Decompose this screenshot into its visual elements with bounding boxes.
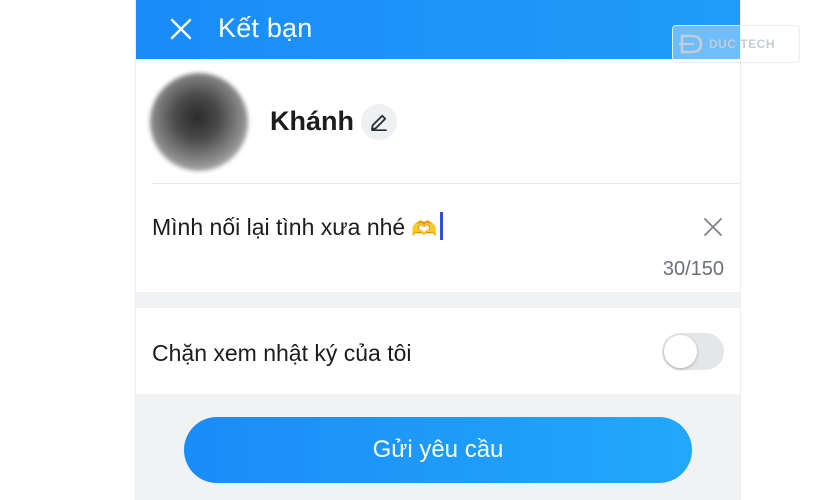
clear-message-button[interactable] (698, 212, 728, 242)
add-friend-screen: Kết bạn Khánh Mình nối lại tình xưa nhé 🫶… (136, 0, 740, 500)
block-diary-label: Chặn xem nhật ký của tôi (152, 340, 412, 366)
pencil-icon (371, 114, 387, 131)
close-icon (704, 218, 722, 236)
logo-icon (679, 34, 703, 54)
heart-hands-emoji: 🫶 (411, 218, 438, 241)
close-button[interactable] (164, 12, 198, 46)
section-gap (136, 292, 740, 308)
character-counter: 30/150 (662, 258, 724, 280)
message-input[interactable]: Mình nối lại tình xưa nhé 🫶 30/150 (136, 184, 740, 292)
avatar (150, 73, 248, 171)
watermark-text: DUC TECH (709, 37, 775, 51)
contact-name: Khánh (270, 106, 354, 136)
action-area: Gửi yêu cầu (136, 394, 740, 500)
block-diary-row: Chặn xem nhật ký của tôi (136, 308, 740, 394)
toggle-knob (664, 335, 697, 368)
watermark: DUC TECH (672, 25, 800, 63)
page: Kết bạn Khánh Mình nối lại tình xưa nhé 🫶… (0, 0, 840, 500)
header-bar: Kết bạn (136, 0, 740, 59)
close-icon (170, 18, 192, 40)
profile-section: Khánh (136, 59, 740, 185)
block-diary-toggle[interactable] (662, 333, 724, 370)
right-border (740, 0, 741, 500)
send-request-button[interactable]: Gửi yêu cầu (184, 417, 692, 483)
message-value: Mình nối lại tình xưa nhé (152, 214, 406, 240)
text-caret (440, 212, 444, 240)
edit-name-button[interactable] (361, 104, 397, 140)
page-title: Kết bạn (218, 13, 313, 43)
message-field[interactable]: Mình nối lại tình xưa nhé 🫶 (152, 212, 444, 245)
